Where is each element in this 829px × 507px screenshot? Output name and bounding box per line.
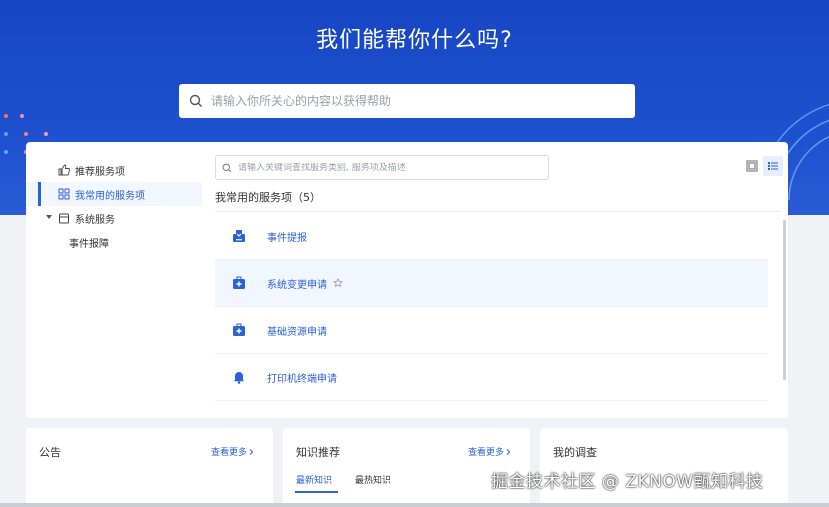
- service-panel: 推荐服务项 我常用的服务项 系统服务 事件报障 请输入关键词查找服务类别, 服务…: [26, 142, 788, 418]
- main-search-input[interactable]: [211, 94, 611, 108]
- grid-icon: [58, 188, 70, 200]
- sidebar-item-label: 系统服务: [75, 214, 115, 226]
- section-title: 我常用的服务项（5）: [215, 191, 321, 204]
- service-name: 事件提报: [267, 232, 307, 244]
- active-tab-indicator: [295, 491, 338, 493]
- search-icon: [189, 94, 202, 107]
- sidebar-item-system-services[interactable]: 系统服务: [26, 206, 202, 230]
- main-search[interactable]: [179, 84, 635, 118]
- sidebar-item-recommended[interactable]: 推荐服务项: [26, 158, 202, 182]
- grid-view-button[interactable]: [742, 156, 762, 176]
- search-icon: [222, 163, 232, 172]
- service-item-incident[interactable]: 事件提报: [215, 213, 768, 260]
- sidebar: 推荐服务项 我常用的服务项 系统服务 事件报障: [26, 142, 202, 418]
- divider: [215, 211, 780, 212]
- card-title: 知识推荐: [296, 446, 340, 459]
- sidebar-item-incident-report[interactable]: 事件报障: [26, 230, 202, 254]
- bottom-strip: [0, 503, 829, 507]
- thumbs-up-icon: [58, 164, 70, 176]
- sidebar-item-label: 我常用的服务项: [75, 190, 145, 202]
- watermark: 掘金技术社区 @ ZKNOW甄知科技: [491, 472, 764, 492]
- service-content: 我常用的服务项（5） 事件提报 系统变更申请 基础资源申请 打印机终端申: [215, 142, 788, 418]
- service-item-system-change[interactable]: 系统变更申请: [215, 260, 768, 307]
- chevron-right-icon: [506, 448, 511, 455]
- sidebar-item-label: 事件报障: [69, 238, 109, 250]
- chevron-right-icon: [249, 448, 254, 455]
- service-search-input[interactable]: [238, 162, 538, 173]
- card-title: 公告: [39, 446, 61, 459]
- list-view-button[interactable]: [763, 156, 783, 176]
- service-name: 打印机终端申请: [267, 373, 337, 385]
- view-more-label: 查看更多: [468, 448, 505, 458]
- medical-case-icon: [228, 272, 250, 294]
- card-title: 我的调查: [553, 446, 597, 459]
- service-search[interactable]: [215, 155, 549, 180]
- view-more-label: 查看更多: [211, 448, 248, 458]
- service-item-printer-terminal[interactable]: 打印机终端申请: [215, 354, 768, 401]
- list-view-icon: [768, 162, 778, 170]
- sidebar-item-label: 推荐服务项: [75, 166, 125, 178]
- hero-title: 我们能帮你什么吗?: [316, 28, 513, 53]
- star-icon[interactable]: [333, 278, 343, 288]
- medical-case-icon: [228, 319, 250, 341]
- service-name: 基础资源申请: [267, 326, 327, 338]
- box-icon: [58, 212, 70, 224]
- view-more-link[interactable]: 查看更多: [468, 445, 512, 458]
- service-item-basic-resource[interactable]: 基础资源申请: [215, 307, 768, 354]
- download-tray-icon: [228, 225, 250, 247]
- scrollbar[interactable]: [783, 220, 786, 380]
- bell-icon: [228, 366, 250, 388]
- view-more-link[interactable]: 查看更多: [211, 445, 255, 458]
- notice-card: 公告 查看更多: [26, 428, 273, 507]
- grid-view-icon: [746, 160, 758, 172]
- caret-down-icon[interactable]: [46, 215, 52, 219]
- tab-latest-knowledge[interactable]: 最新知识: [296, 473, 332, 486]
- sidebar-item-favorites[interactable]: 我常用的服务项: [26, 182, 202, 206]
- service-name: 系统变更申请: [267, 279, 327, 291]
- tab-hot-knowledge[interactable]: 最热知识: [355, 473, 391, 486]
